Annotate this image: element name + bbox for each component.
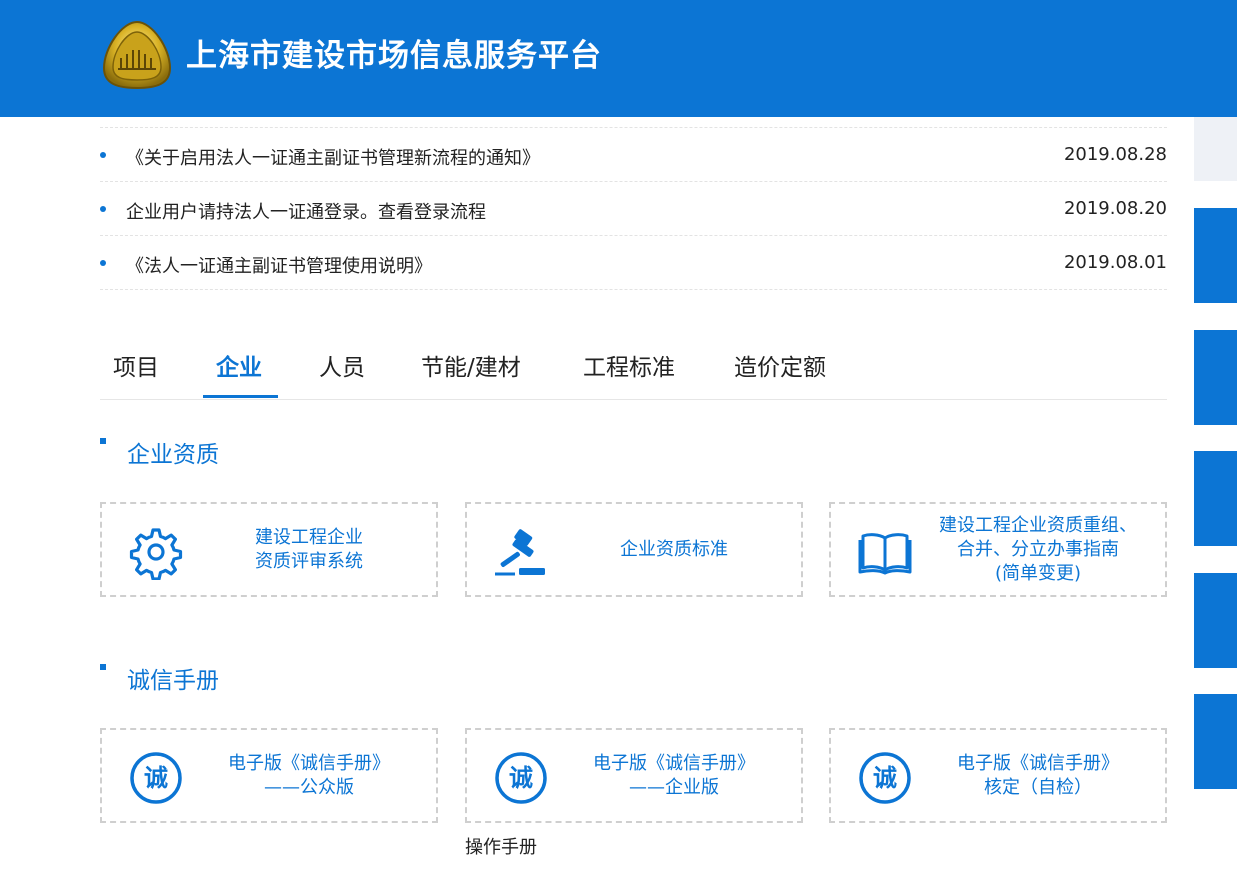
news-title[interactable]: 《法人一证通主副证书管理使用说明》 [126, 252, 432, 278]
bullet-icon [100, 152, 106, 158]
side-bar-button-3[interactable] [1194, 451, 1237, 546]
book-icon [858, 533, 912, 575]
site-title: 上海市建设市场信息服务平台 [186, 38, 602, 74]
integrity-badge-char: 诚 [873, 764, 897, 792]
card-text: 建设工程企业 资质评审系统 [192, 504, 426, 595]
card-text: 电子版《诚信手册》 ——企业版 [557, 730, 791, 821]
card-text-line: ——企业版 [629, 776, 719, 798]
news-date: 2019.08.20 [1063, 198, 1167, 219]
header: 上海市建设市场信息服务平台 [0, 0, 1237, 117]
card-text: 电子版《诚信手册》 ——公众版 [192, 730, 426, 821]
tab-energy-materials[interactable]: 节能/建材 [421, 348, 521, 382]
integrity-badge-char: 诚 [509, 764, 533, 792]
card-text-line: 企业资质标准 [620, 538, 728, 560]
section-label: 企业资质 [127, 442, 219, 468]
news-item[interactable]: 《关于启用法人一证通主副证书管理新流程的通知》 2019.08.28 [100, 128, 1167, 182]
card-text-line: (简单变更) [994, 562, 1082, 584]
tab-enterprise[interactable]: 企业 [216, 348, 262, 382]
bullet-icon [100, 206, 106, 212]
news-date: 2019.08.28 [1063, 144, 1167, 165]
section-marker-icon [100, 664, 106, 670]
side-bar-button-2[interactable] [1194, 330, 1237, 425]
bullet-icon [100, 260, 106, 266]
tab-engineering-standards[interactable]: 工程标准 [583, 348, 675, 382]
operation-manual-link[interactable]: 操作手册 [465, 833, 537, 859]
logo-emblem-icon [102, 20, 172, 90]
integrity-badge-char: 诚 [144, 764, 168, 792]
section-label: 诚信手册 [127, 668, 219, 694]
tab-project[interactable]: 项目 [113, 348, 159, 382]
active-tab-indicator [203, 395, 278, 398]
card-text-line: 电子版《诚信手册》 [957, 752, 1119, 774]
news-title[interactable]: 企业用户请持法人一证通登录。查看登录流程 [126, 198, 486, 224]
side-bar-button-4[interactable] [1194, 573, 1237, 668]
card-reorganization-guide[interactable]: 建设工程企业资质重组、 合并、分立办事指南 (简单变更) [829, 502, 1167, 597]
card-text-line: 电子版《诚信手册》 [228, 752, 390, 774]
news-item[interactable]: 企业用户请持法人一证通登录。查看登录流程 2019.08.20 [100, 182, 1167, 236]
card-text-line: ——公众版 [264, 776, 354, 798]
card-integrity-manual-public[interactable]: 诚 电子版《诚信手册》 ——公众版 [100, 728, 438, 823]
card-text: 建设工程企业资质重组、 合并、分立办事指南 (简单变更) [921, 504, 1155, 595]
card-qualification-review-system[interactable]: 建设工程企业 资质评审系统 [100, 502, 438, 597]
side-panel-top [1194, 117, 1237, 181]
gear-icon [129, 528, 183, 580]
card-text-line: 电子版《诚信手册》 [593, 752, 755, 774]
side-bar-button-5[interactable] [1194, 694, 1237, 789]
card-text-line: 合并、分立办事指南 [957, 538, 1119, 560]
card-text-line: 建设工程企业资质重组、 [939, 514, 1137, 536]
card-text-line: 核定（自检） [984, 776, 1092, 798]
gavel-icon [495, 529, 545, 576]
card-text: 电子版《诚信手册》 核定（自检） [921, 730, 1155, 821]
card-text-line: 建设工程企业 [255, 526, 363, 548]
side-bar-button-1[interactable] [1194, 208, 1237, 303]
tab-personnel[interactable]: 人员 [319, 348, 365, 382]
category-tabs: 项目 企业 人员 节能/建材 工程标准 造价定额 [100, 338, 1167, 400]
card-text: 企业资质标准 [557, 504, 791, 595]
news-item[interactable]: 《法人一证通主副证书管理使用说明》 2019.08.01 [100, 236, 1167, 290]
tab-cost-quota[interactable]: 造价定额 [734, 348, 826, 382]
news-list: 《关于启用法人一证通主副证书管理新流程的通知》 2019.08.28 企业用户请… [100, 127, 1167, 290]
card-integrity-manual-self-check[interactable]: 诚 电子版《诚信手册》 核定（自检） [829, 728, 1167, 823]
news-date: 2019.08.01 [1063, 252, 1167, 273]
news-title[interactable]: 《关于启用法人一证通主副证书管理新流程的通知》 [126, 144, 540, 170]
card-integrity-manual-enterprise[interactable]: 诚 电子版《诚信手册》 ——企业版 [465, 728, 803, 823]
section-marker-icon [100, 438, 106, 444]
card-qualification-standard[interactable]: 企业资质标准 [465, 502, 803, 597]
card-text-line: 资质评审系统 [255, 550, 363, 572]
